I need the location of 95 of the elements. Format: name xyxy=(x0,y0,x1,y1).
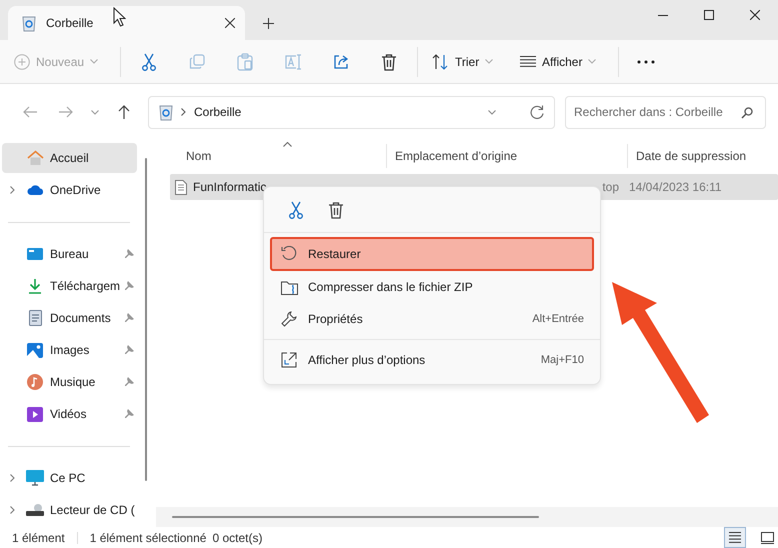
tiles-view-icon xyxy=(760,532,774,544)
pin-icon xyxy=(124,249,134,259)
sort-button[interactable]: Trier xyxy=(432,46,496,78)
cloud-icon xyxy=(26,184,44,196)
table-cell: 14/04/2023 16:11 xyxy=(629,180,722,194)
sidebar-item[interactable]: Images xyxy=(2,334,137,366)
close-tab-button[interactable] xyxy=(225,18,235,28)
column-header[interactable]: Nom xyxy=(186,148,212,162)
maximize-icon xyxy=(704,10,714,20)
drive-icon xyxy=(26,503,44,517)
plus-circle-icon xyxy=(14,54,30,70)
status-text: 1 élément sélectionné xyxy=(90,530,206,544)
arrow-up-icon xyxy=(118,105,130,119)
table-cell: top xyxy=(602,180,619,194)
file-name: FunInformatic xyxy=(193,180,266,194)
shortcut-text: Alt+Entrée xyxy=(532,313,584,325)
sort-icon xyxy=(432,54,449,70)
wrench-icon xyxy=(281,311,297,327)
pin-icon xyxy=(124,345,134,355)
details-view-button[interactable] xyxy=(724,527,746,548)
close-icon xyxy=(750,10,760,20)
arrow-left-icon xyxy=(23,106,37,118)
sidebar-item[interactable]: Bureau xyxy=(2,238,137,270)
chevron-right-icon xyxy=(10,474,15,482)
sidebar-item[interactable]: Lecteur de CD ( xyxy=(2,494,137,526)
rename-icon xyxy=(284,54,302,70)
refresh-icon xyxy=(530,105,544,119)
image-icon xyxy=(27,342,43,358)
video-icon xyxy=(27,406,43,422)
lines-icon xyxy=(520,56,536,67)
sidebar-item[interactable]: Documents xyxy=(2,302,137,334)
chevron-right-icon xyxy=(10,186,15,194)
chevron-right-icon xyxy=(10,506,15,514)
scrollbar[interactable] xyxy=(145,158,147,481)
more-icon xyxy=(637,60,655,64)
close-icon xyxy=(225,18,235,28)
music-icon xyxy=(27,374,43,390)
shortcut-text: Maj+F10 xyxy=(540,354,584,366)
scrollbar[interactable] xyxy=(172,516,539,518)
chevron-icon xyxy=(91,110,99,114)
pin-icon xyxy=(124,313,134,323)
menu-item[interactable]: Propriétés Alt+Entrée xyxy=(270,303,594,335)
new-tab-button[interactable] xyxy=(263,18,274,28)
cursor-icon xyxy=(113,7,126,27)
status-text: 1 élément xyxy=(12,530,65,544)
minimize-icon xyxy=(658,14,668,16)
undo-icon xyxy=(281,246,297,262)
scissors-icon xyxy=(288,200,304,218)
sidebar-item[interactable]: Téléchargem xyxy=(2,270,137,302)
text-file-icon xyxy=(175,180,187,194)
tab[interactable]: Corbeille xyxy=(8,6,245,40)
menu-item[interactable]: Restaurer xyxy=(270,237,594,271)
share-icon xyxy=(333,54,349,70)
tab-title: Corbeille xyxy=(46,16,94,30)
recycle-bin-icon xyxy=(22,14,36,32)
pin-icon xyxy=(124,409,134,419)
column-header[interactable]: Emplacement d’origine xyxy=(395,148,518,162)
monitor-icon xyxy=(26,470,44,486)
plus-icon xyxy=(263,18,274,28)
chevron-icon xyxy=(485,59,494,64)
sort-caret-icon xyxy=(283,142,292,147)
scissors-icon xyxy=(141,52,157,70)
breadcrumb[interactable]: Corbeille xyxy=(194,105,242,119)
search-icon xyxy=(741,106,753,118)
trash-icon xyxy=(328,200,344,218)
house-icon xyxy=(26,150,44,166)
trash-icon xyxy=(381,52,397,70)
sidebar-item[interactable]: Accueil xyxy=(2,143,137,173)
chevron-icon xyxy=(588,59,596,64)
sidebar-item[interactable]: Ce PC xyxy=(2,462,137,494)
status-text: 0 octet(s) xyxy=(212,530,262,544)
desktop-icon xyxy=(27,247,43,261)
open-external-icon xyxy=(281,352,297,368)
chevron-icon xyxy=(488,110,496,114)
address-field[interactable]: Corbeille xyxy=(148,96,555,128)
document-icon xyxy=(28,310,42,326)
recycle-bin-icon xyxy=(159,104,173,120)
pin-icon xyxy=(124,377,134,387)
sidebar-item[interactable]: Musique xyxy=(2,366,137,398)
chevron-icon xyxy=(90,59,98,64)
chevron-right-icon xyxy=(181,108,186,116)
clipboard-icon xyxy=(237,52,253,70)
search-field[interactable]: Rechercher dans : Corbeille xyxy=(565,96,766,128)
column-header[interactable]: Date de suppression xyxy=(636,148,746,162)
pin-icon xyxy=(124,281,134,291)
sidebar-item[interactable]: OneDrive xyxy=(2,174,137,206)
arrow-right-icon xyxy=(59,106,73,118)
download-icon xyxy=(28,278,42,294)
menu-item[interactable]: Afficher plus d’options Maj+F10 xyxy=(270,344,594,376)
details-view-icon xyxy=(729,532,741,543)
copy-icon xyxy=(189,54,205,70)
menu-item[interactable]: Compresser dans le fichier ZIP xyxy=(270,271,594,303)
sidebar-item[interactable]: Vidéos xyxy=(2,398,137,430)
zip-folder-icon xyxy=(280,280,298,294)
view-button[interactable]: Afficher xyxy=(520,46,604,78)
